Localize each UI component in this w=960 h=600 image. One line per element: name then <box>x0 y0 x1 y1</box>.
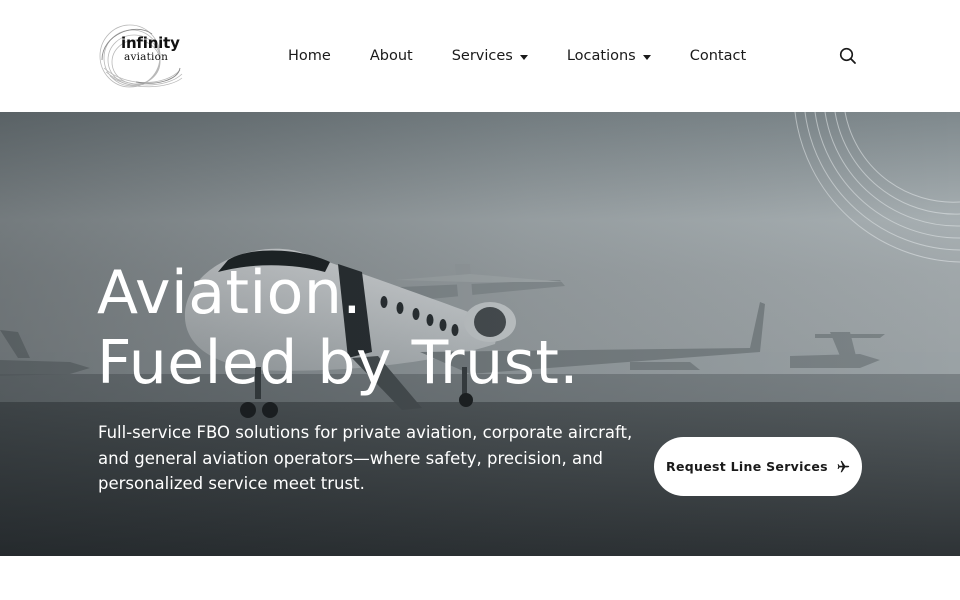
cta-label: Request Line Services <box>666 459 828 474</box>
request-line-services-button[interactable]: Request Line Services <box>654 437 862 496</box>
hero-subtitle: Full-service FBO solutions for private a… <box>98 423 633 493</box>
hero-title: Aviation. Fueled by Trust. <box>97 258 579 398</box>
nav-item-locations[interactable]: Locations <box>567 48 651 64</box>
nav-label: Contact <box>689 48 747 64</box>
page-below-hero <box>0 556 960 600</box>
brand-name-line1: infinity <box>121 34 180 52</box>
nav-item-home[interactable]: Home <box>288 48 331 64</box>
caret-down-icon <box>519 54 528 60</box>
search-icon[interactable] <box>838 46 858 66</box>
caret-down-icon <box>642 54 651 60</box>
brand-logo[interactable]: infinity aviation <box>96 20 186 92</box>
hero-title-line2: Fueled by Trust. <box>97 328 579 398</box>
hero-section: Aviation. Fueled by Trust. Full-service … <box>0 112 960 556</box>
nav-label: About <box>369 48 413 64</box>
nav-label: Locations <box>566 48 636 64</box>
nav-item-services[interactable]: Services <box>452 48 528 64</box>
brand-name-line2: aviation <box>124 51 169 63</box>
nav-label: Services <box>451 48 513 64</box>
nav-item-contact[interactable]: Contact <box>690 48 746 64</box>
airplane-icon <box>837 460 850 473</box>
main-nav: Home About Services Locations Contact <box>288 45 746 67</box>
hero-title-line1: Aviation. <box>97 258 362 328</box>
nav-item-about[interactable]: About <box>370 48 413 64</box>
site-header: infinity aviation Home About Services Lo… <box>0 0 960 112</box>
nav-label: Home <box>288 48 331 64</box>
